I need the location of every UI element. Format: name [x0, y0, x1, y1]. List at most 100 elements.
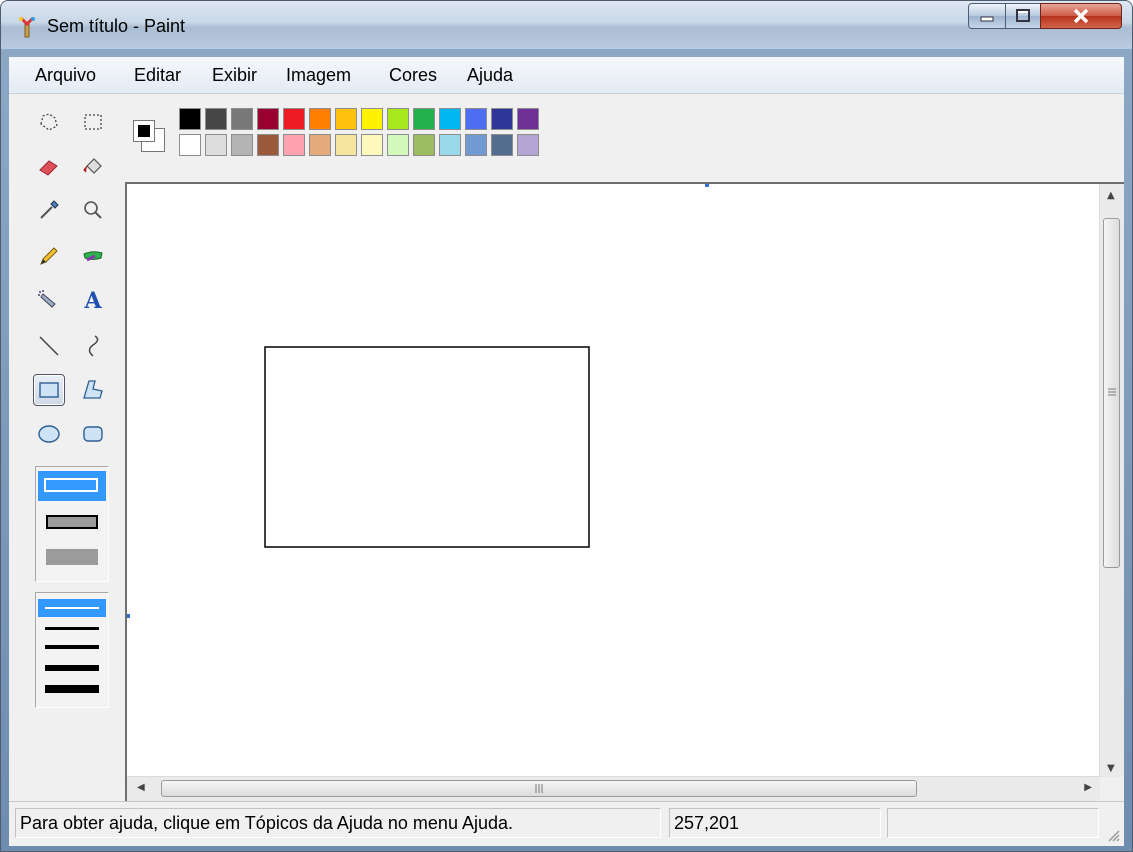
color-swatch[interactable]: [413, 108, 435, 130]
color-swatch[interactable]: [283, 108, 305, 130]
menu-arquivo[interactable]: Arquivo: [35, 65, 96, 86]
fill-style-options: [35, 466, 109, 582]
menu-cores[interactable]: Cores: [389, 65, 437, 86]
scroll-left-icon[interactable]: ◀: [137, 782, 145, 793]
line-width-2[interactable]: [45, 627, 99, 630]
color-swatch[interactable]: [491, 134, 513, 156]
tool-line[interactable]: [33, 330, 65, 362]
drawn-rectangle: [264, 346, 590, 548]
menu-editar[interactable]: Editar: [134, 65, 181, 86]
airbrush-icon: [38, 290, 56, 308]
color-swatch[interactable]: [335, 134, 357, 156]
tool-rectangle-select[interactable]: [77, 106, 109, 138]
paint-client-area: A ▲ ▼ ◀ ▶: [9, 94, 1124, 801]
color-swatch[interactable]: [517, 108, 539, 130]
color-swatch[interactable]: [491, 108, 513, 130]
maximize-icon: [1016, 9, 1030, 22]
status-size: [887, 808, 1099, 838]
color-swatch[interactable]: [517, 134, 539, 156]
resize-handle-left[interactable]: [127, 614, 130, 618]
menu-exibir[interactable]: Exibir: [212, 65, 257, 86]
scroll-right-icon[interactable]: ▶: [1084, 782, 1092, 793]
menu-ajuda[interactable]: Ajuda: [467, 65, 513, 86]
rectangle-icon: [39, 382, 59, 398]
tool-pencil[interactable]: [33, 240, 65, 272]
color-swatch[interactable]: [465, 108, 487, 130]
tool-text[interactable]: A: [77, 284, 109, 316]
color-swatch[interactable]: [465, 134, 487, 156]
fill-option-outline-and-fill[interactable]: [46, 515, 98, 529]
vertical-scroll-thumb[interactable]: [1103, 218, 1120, 568]
color-swatch[interactable]: [257, 108, 279, 130]
grip-icon: [1108, 388, 1116, 396]
line-width-4[interactable]: [45, 665, 99, 671]
paint-window: Sem título - Paint Arquivo Editar Exibir…: [0, 0, 1133, 852]
tool-rounded-rectangle[interactable]: [77, 418, 109, 450]
line-width-5[interactable]: [45, 685, 99, 693]
color-swatch[interactable]: [283, 134, 305, 156]
tool-airbrush[interactable]: [33, 284, 65, 316]
tool-polygon[interactable]: [77, 374, 109, 406]
line-width-1[interactable]: [38, 599, 106, 617]
rounded-rectangle-icon: [83, 426, 103, 442]
tool-fill-with-color[interactable]: [77, 150, 109, 182]
free-form-select-icon: [40, 113, 58, 131]
color-swatch[interactable]: [231, 108, 253, 130]
horizontal-scroll-thumb[interactable]: [161, 780, 917, 797]
close-button[interactable]: [1040, 3, 1122, 29]
tool-rectangle[interactable]: [33, 374, 65, 406]
toolbox: A: [9, 94, 119, 801]
maximize-button[interactable]: [1005, 3, 1041, 29]
tool-brush[interactable]: [77, 240, 109, 272]
current-colors: [127, 114, 171, 164]
color-swatch[interactable]: [257, 134, 279, 156]
color-swatch[interactable]: [179, 134, 201, 156]
color-swatch[interactable]: [309, 108, 331, 130]
minimize-icon: [980, 16, 994, 22]
grip-icon: [535, 784, 543, 793]
color-swatch[interactable]: [361, 108, 383, 130]
text-icon: A: [83, 288, 102, 312]
title-bar[interactable]: Sem título - Paint: [1, 1, 1132, 49]
color-swatch[interactable]: [439, 134, 461, 156]
rectangle-select-icon: [84, 114, 102, 130]
tool-curve[interactable]: [77, 330, 109, 362]
fill-option-fill-only[interactable]: [46, 549, 98, 565]
color-swatch[interactable]: [335, 108, 357, 130]
scroll-down-icon[interactable]: ▼: [1107, 763, 1115, 774]
tool-free-form-select[interactable]: [33, 106, 65, 138]
svg-text:A: A: [83, 288, 102, 312]
color-swatch[interactable]: [231, 134, 253, 156]
horizontal-scrollbar[interactable]: ◀ ▶: [127, 776, 1102, 801]
color-swatch[interactable]: [309, 134, 331, 156]
resize-handle-top[interactable]: [705, 184, 709, 187]
color-swatch[interactable]: [387, 134, 409, 156]
color-swatch[interactable]: [387, 108, 409, 130]
color-swatch[interactable]: [361, 134, 383, 156]
window-title: Sem título - Paint: [47, 16, 186, 36]
line-width-3[interactable]: [45, 645, 99, 649]
status-bar: Para obter ajuda, clique em Tópicos da A…: [9, 801, 1124, 846]
fill-option-outline[interactable]: [38, 471, 106, 501]
color-swatch[interactable]: [413, 134, 435, 156]
tool-eraser[interactable]: [33, 150, 65, 182]
tool-magnifier[interactable]: [77, 194, 109, 226]
color-swatch[interactable]: [179, 108, 201, 130]
resize-grip-icon[interactable]: [1106, 828, 1120, 842]
foreground-color-box[interactable]: [133, 120, 155, 142]
tool-pick-color[interactable]: [33, 194, 65, 226]
menu-bar: Arquivo Editar Exibir Imagem Cores Ajuda: [9, 57, 1124, 94]
close-icon: [1073, 8, 1089, 24]
drawing-canvas[interactable]: [127, 184, 1097, 776]
color-swatch[interactable]: [205, 134, 227, 156]
vertical-scrollbar[interactable]: ▲ ▼: [1099, 184, 1124, 780]
paint-bucket-icon: [83, 158, 102, 174]
curve-icon: [88, 335, 99, 357]
minimize-button[interactable]: [968, 3, 1006, 29]
scroll-up-icon[interactable]: ▲: [1107, 190, 1115, 201]
tool-ellipse[interactable]: [33, 418, 65, 450]
menu-imagem[interactable]: Imagem: [286, 65, 351, 86]
color-swatch[interactable]: [205, 108, 227, 130]
scroll-corner: [1100, 777, 1124, 801]
color-swatch[interactable]: [439, 108, 461, 130]
